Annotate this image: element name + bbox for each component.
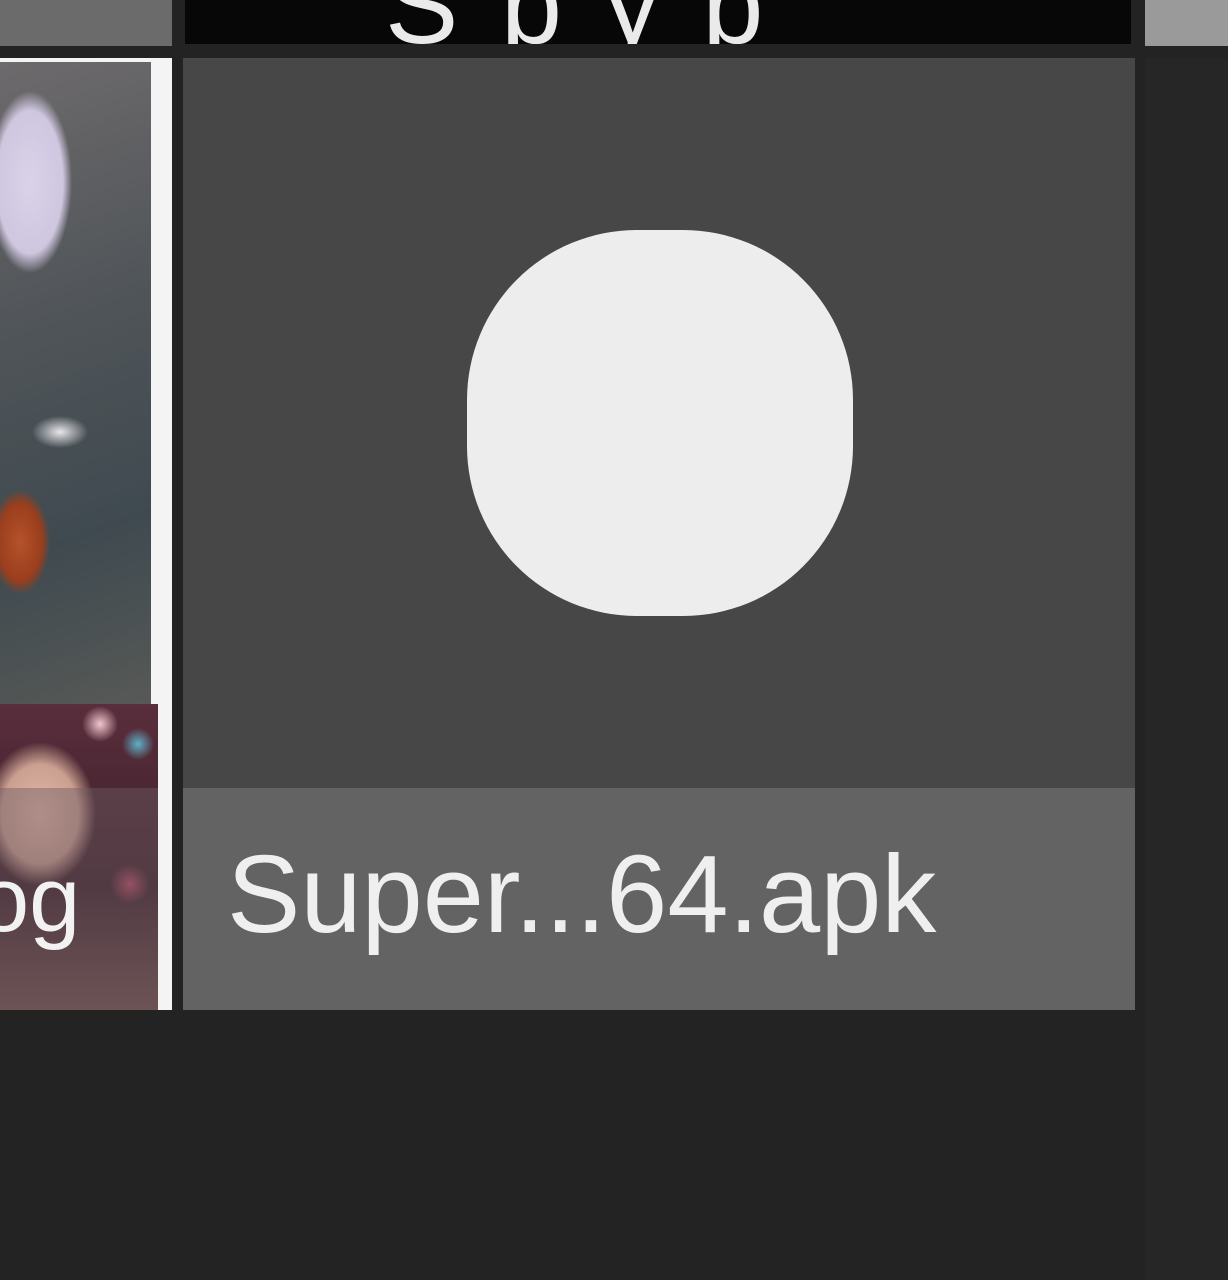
image-tile[interactable]: og <box>0 58 172 1010</box>
grid-tile-previous-right[interactable] <box>1145 0 1228 46</box>
apk-file-tile[interactable]: Super...64.apk <box>183 58 1135 1010</box>
file-name-label: Super...64.apk <box>227 833 937 956</box>
photo-thumbnail-top <box>0 62 151 728</box>
tile-label: og <box>0 849 81 951</box>
file-label-bar: Super...64.apk <box>183 788 1135 1010</box>
grid-empty-space <box>1145 58 1228 1280</box>
tile-label-cut: S p y p <box>385 0 769 44</box>
app-file-icon <box>467 230 853 616</box>
file-grid-view: S p y p og Super...64.apk <box>0 0 1228 1280</box>
grid-tile-previous-left[interactable] <box>0 0 172 46</box>
grid-tile-previous-middle[interactable]: S p y p <box>185 0 1131 44</box>
